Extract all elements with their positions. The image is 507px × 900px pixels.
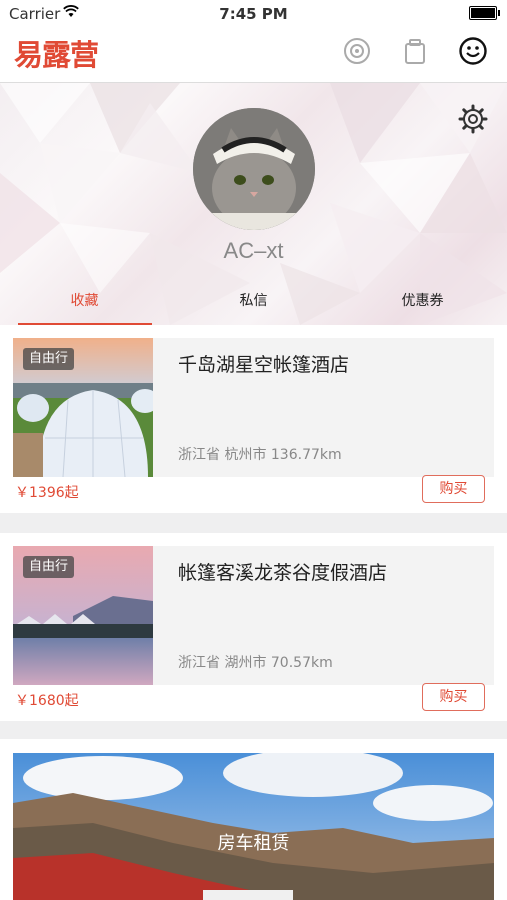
- banner-label: 房车租赁: [217, 833, 290, 854]
- favorite-card[interactable]: 自由行 千岛湖星空帐篷酒店 浙江省 杭州市 136.77km ￥1396起 购买: [0, 325, 507, 513]
- mountain-landscape-image: [13, 753, 494, 900]
- status-bar: Carrier 7:45 PM: [0, 0, 507, 26]
- rv-rental-banner[interactable]: 房车租赁: [0, 739, 507, 900]
- username: AC–xt: [223, 238, 284, 263]
- card-price: ￥1680起: [15, 693, 79, 709]
- profile-tabs: 收藏 私信 优惠券: [0, 286, 507, 325]
- card-content[interactable]: 自由行 千岛湖星空帐篷酒店 浙江省 杭州市 136.77km: [13, 338, 494, 477]
- card-title: 千岛湖星空帐篷酒店: [178, 354, 350, 376]
- buy-button[interactable]: 购买: [422, 683, 485, 711]
- card-price: ￥1396起: [15, 485, 79, 501]
- clock: 7:45 PM: [219, 5, 288, 23]
- bag-icon[interactable]: [400, 36, 430, 66]
- profile-header: AC–xt 收藏 私信 优惠券: [0, 83, 507, 325]
- smiley-icon[interactable]: [458, 36, 488, 66]
- battery-icon: [469, 6, 500, 20]
- badge-free-travel: 自由行: [23, 556, 75, 578]
- banner-image: 房车租赁: [13, 753, 494, 900]
- card-thumbnail: 自由行: [13, 546, 153, 685]
- card-content[interactable]: 自由行 帐篷客溪龙茶谷度假酒店 浙江省 湖州市 70.57km: [13, 546, 494, 685]
- buy-button[interactable]: 购买: [422, 475, 485, 503]
- tab-messages[interactable]: 私信: [169, 286, 338, 325]
- nav-bar: 易露营: [0, 26, 507, 83]
- badge-free-travel: 自由行: [23, 348, 75, 370]
- card-location: 浙江省 杭州市 136.77km: [178, 447, 342, 463]
- favorite-card[interactable]: 自由行 帐篷客溪龙茶谷度假酒店 浙江省 湖州市 70.57km ￥1680起 购…: [0, 533, 507, 721]
- tab-favorites[interactable]: 收藏: [0, 286, 169, 325]
- card-thumbnail: 自由行: [13, 338, 153, 477]
- app-logo: 易露营: [14, 38, 99, 72]
- avatar[interactable]: [193, 108, 315, 230]
- tab-coupons[interactable]: 优惠券: [338, 286, 507, 325]
- card-title: 帐篷客溪龙茶谷度假酒店: [178, 562, 388, 584]
- compass-icon[interactable]: [342, 36, 372, 66]
- settings-gear-icon[interactable]: [457, 103, 489, 135]
- card-location: 浙江省 湖州市 70.57km: [178, 655, 333, 671]
- cat-avatar-image: [193, 108, 315, 230]
